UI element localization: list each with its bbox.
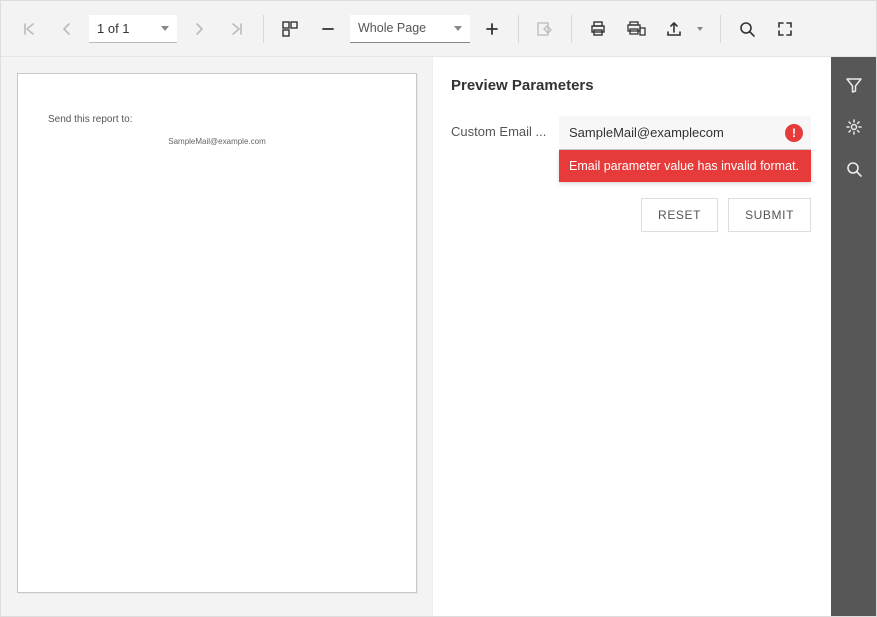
report-heading: Send this report to:: [48, 114, 386, 125]
page-selector[interactable]: 1 of 1: [89, 15, 177, 43]
document-preview-area[interactable]: Send this report to: SampleMail@example.…: [1, 57, 433, 616]
fullscreen-button[interactable]: [769, 13, 801, 45]
export-dropdown-button[interactable]: [690, 13, 710, 45]
zoom-selector[interactable]: Whole Page: [350, 15, 470, 43]
parameter-row: Custom Email ... ! Email parameter value…: [451, 116, 811, 150]
search-icon[interactable]: [836, 151, 872, 187]
document-page: Send this report to: SampleMail@example.…: [17, 73, 417, 593]
print-button[interactable]: [582, 13, 614, 45]
edit-fields-button[interactable]: [529, 13, 561, 45]
side-rail: [831, 57, 876, 616]
multipage-view-button[interactable]: [274, 13, 306, 45]
custom-email-label: Custom Email ...: [451, 116, 551, 139]
chevron-down-icon: [454, 26, 462, 31]
toolbar-separator: [720, 15, 721, 43]
zoom-display: Whole Page: [358, 21, 426, 35]
toolbar-separator: [571, 15, 572, 43]
main-area: Send this report to: SampleMail@example.…: [1, 57, 876, 616]
parameters-title: Preview Parameters: [451, 77, 811, 94]
chevron-down-icon: [697, 27, 703, 31]
prev-page-button[interactable]: [51, 13, 83, 45]
toolbar-separator: [263, 15, 264, 43]
error-icon: !: [785, 124, 803, 142]
search-button[interactable]: [731, 13, 763, 45]
submit-button[interactable]: SUBMIT: [728, 198, 811, 232]
zoom-in-button[interactable]: [476, 13, 508, 45]
parameter-actions: RESET SUBMIT: [451, 198, 811, 232]
error-message: Email parameter value has invalid format…: [559, 150, 811, 182]
filter-icon[interactable]: [836, 67, 872, 103]
zoom-out-button[interactable]: [312, 13, 344, 45]
parameters-panel: Preview Parameters Custom Email ... ! Em…: [433, 57, 831, 616]
custom-email-input-wrap: ! Email parameter value has invalid form…: [559, 116, 811, 150]
export-button[interactable]: [658, 13, 690, 45]
next-page-button[interactable]: [183, 13, 215, 45]
print-page-button[interactable]: [620, 13, 652, 45]
gear-icon[interactable]: [836, 109, 872, 145]
chevron-down-icon: [161, 26, 169, 31]
toolbar-separator: [518, 15, 519, 43]
reset-button[interactable]: RESET: [641, 198, 718, 232]
toolbar: 1 of 1 Whole Page: [1, 1, 876, 57]
report-email-value: SampleMail@example.com: [48, 137, 386, 146]
page-display: 1 of 1: [97, 21, 130, 36]
custom-email-input[interactable]: [559, 116, 811, 150]
last-page-button[interactable]: [221, 13, 253, 45]
first-page-button[interactable]: [13, 13, 45, 45]
